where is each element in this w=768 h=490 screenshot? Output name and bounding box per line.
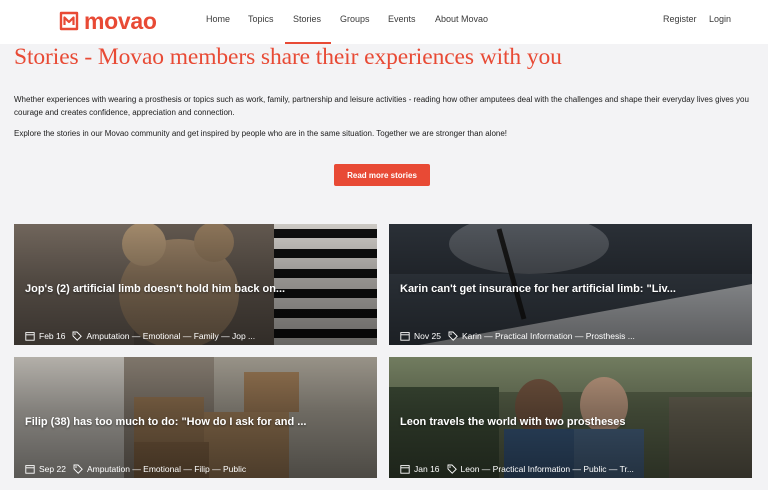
- story-title[interactable]: Filip (38) has too much to do: "How do I…: [25, 416, 360, 430]
- story-meta: Jan 16 Leon — Practical Information — Pu…: [400, 462, 634, 475]
- story-card[interactable]: Karin can't get insurance for her artifi…: [389, 224, 752, 345]
- story-date: Jan 16: [414, 463, 440, 474]
- read-more-stories-button[interactable]: Read more stories: [334, 164, 430, 186]
- nav-events[interactable]: Events: [388, 14, 416, 24]
- nav-stories[interactable]: Stories: [293, 14, 321, 24]
- story-date: Nov 25: [414, 330, 441, 341]
- calendar-icon: [25, 331, 35, 341]
- calendar-icon: [400, 331, 410, 341]
- nav-groups[interactable]: Groups: [340, 14, 370, 24]
- movao-logo[interactable]: movao: [57, 8, 157, 34]
- story-card[interactable]: Leon travels the world with two prosthes…: [389, 357, 752, 478]
- story-title[interactable]: Jop's (2) artificial limb doesn't hold h…: [25, 283, 360, 297]
- story-title[interactable]: Leon travels the world with two prosthes…: [400, 416, 735, 430]
- tag-icon: [447, 464, 457, 474]
- intro-paragraph: Whether experiences with wearing a prost…: [14, 95, 749, 118]
- story-meta: Nov 25 Karin — Practical Information — P…: [400, 329, 635, 342]
- register-link[interactable]: Register: [663, 14, 697, 24]
- story-card[interactable]: Filip (38) has too much to do: "How do I…: [14, 357, 377, 478]
- page-title: Stories - Movao members share their expe…: [14, 44, 562, 70]
- story-title[interactable]: Karin can't get insurance for her artifi…: [400, 283, 735, 297]
- tag-icon: [73, 464, 83, 474]
- nav-topics[interactable]: Topics: [248, 14, 274, 24]
- tag-icon: [448, 331, 458, 341]
- nav-about[interactable]: About Movao: [435, 14, 488, 24]
- site-header: movao Home Topics Stories Groups Events …: [0, 0, 768, 44]
- story-meta: Feb 16 Amputation — Emotional — Family —…: [25, 329, 255, 342]
- story-card[interactable]: Jop's (2) artificial limb doesn't hold h…: [14, 224, 377, 345]
- calendar-icon: [25, 464, 35, 474]
- movao-logo-icon: [59, 11, 79, 31]
- intro-paragraph-2: Explore the stories in our Movao communi…: [14, 129, 508, 138]
- story-tags[interactable]: Karin — Practical Information — Prosthes…: [462, 331, 635, 341]
- story-tags[interactable]: Amputation — Emotional — Filip — Public: [87, 464, 246, 474]
- story-tags[interactable]: Amputation — Emotional — Family — Jop ..…: [86, 331, 255, 341]
- story-date: Feb 16: [39, 330, 66, 341]
- login-link[interactable]: Login: [709, 14, 731, 24]
- calendar-icon: [400, 464, 410, 474]
- nav-home[interactable]: Home: [206, 14, 230, 24]
- story-date: Sep 22: [39, 463, 66, 474]
- brand-name: movao: [84, 8, 157, 34]
- tag-icon: [73, 331, 83, 341]
- story-meta: Sep 22 Amputation — Emotional — Filip — …: [25, 462, 246, 475]
- story-tags[interactable]: Leon — Practical Information — Public — …: [461, 464, 634, 474]
